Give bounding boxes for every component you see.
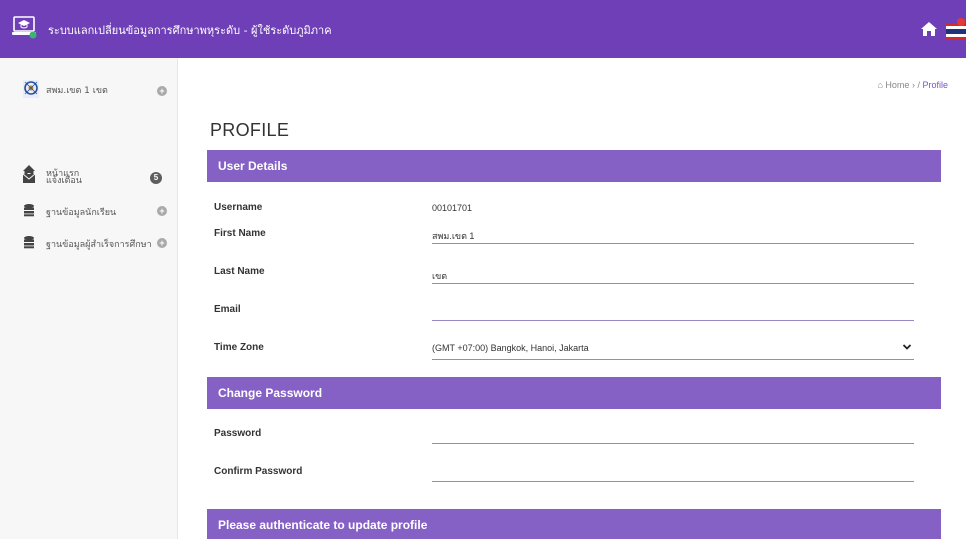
app-title: ระบบแลกเปลี่ยนข้อมูลการศึกษาพหุระดับ - ผ…	[48, 24, 332, 37]
home-icon	[921, 22, 937, 36]
email-input[interactable]	[432, 299, 914, 321]
timezone-label: Time Zone	[214, 342, 264, 353]
confirm-password-label: Confirm Password	[214, 466, 303, 477]
sidebar-user[interactable]: สพม.เขต 1 เขต +	[0, 58, 178, 112]
breadcrumb: ⌂ Home › / Profile	[877, 80, 948, 90]
breadcrumb-separator: /	[917, 80, 920, 90]
sidebar: สพม.เขต 1 เขต + หน้าแรก แจ้งเตือน 5 ฐานข…	[0, 58, 178, 539]
laptop-graduation-icon	[12, 16, 37, 39]
timezone-selected-value: (GMT +07:00) Bangkok, Hanoi, Jakarta	[432, 343, 589, 353]
username-label: Username	[214, 202, 263, 213]
avatar-icon	[23, 80, 39, 98]
section-heading: User Details	[218, 159, 288, 173]
header-home-button[interactable]	[918, 18, 940, 40]
expand-icon[interactable]: +	[157, 238, 167, 248]
first-name-label: First Name	[214, 228, 266, 239]
breadcrumb-chevron-icon: ›	[911, 80, 915, 90]
expand-icon[interactable]: +	[157, 86, 167, 96]
password-label: Password	[214, 428, 262, 439]
email-label: Email	[214, 304, 241, 315]
change-password-header: Change Password	[207, 377, 941, 409]
last-name-label: Last Name	[214, 266, 265, 277]
password-input[interactable]	[432, 422, 914, 444]
sidebar-item-notifications[interactable]: แจ้งเตือน 5	[0, 165, 178, 193]
database-icon	[24, 204, 34, 217]
section-heading: Change Password	[218, 386, 323, 400]
home-icon: ⌂	[877, 80, 883, 90]
user-details-header: User Details	[207, 150, 941, 182]
sidebar-item-label: แจ้งเตือน	[46, 176, 82, 186]
sidebar-user-name: สพม.เขต 1 เขต	[46, 86, 108, 96]
notification-count-badge: 5	[150, 172, 162, 184]
sidebar-item-label: ฐานข้อมูลนักเรียน	[46, 208, 117, 218]
sidebar-item-graduate-database[interactable]: ฐานข้อมูลผู้สำเร็จการศึกษา +	[0, 229, 178, 257]
first-name-input[interactable]	[432, 222, 914, 244]
database-icon	[24, 236, 34, 249]
expand-icon[interactable]: +	[157, 206, 167, 216]
envelope-icon	[22, 173, 36, 183]
thai-flag-icon[interactable]	[946, 17, 966, 43]
section-heading: Please authenticate to update profile	[218, 518, 428, 532]
breadcrumb-home-link[interactable]: ⌂ Home	[877, 80, 911, 90]
timezone-select[interactable]: (GMT +07:00) Bangkok, Hanoi, Jakarta	[432, 338, 914, 360]
username-value: 00101701	[432, 203, 473, 213]
breadcrumb-current: Profile	[922, 80, 948, 90]
top-header: ระบบแลกเปลี่ยนข้อมูลการศึกษาพหุระดับ - ผ…	[0, 0, 966, 58]
page-title: PROFILE	[210, 120, 290, 140]
authenticate-header: Please authenticate to update profile	[207, 509, 941, 539]
sidebar-item-label: ฐานข้อมูลผู้สำเร็จการศึกษา	[46, 240, 152, 250]
sidebar-item-student-database[interactable]: ฐานข้อมูลนักเรียน +	[0, 197, 178, 225]
confirm-password-input[interactable]	[432, 460, 914, 482]
chevron-down-icon	[902, 344, 912, 350]
last-name-input[interactable]	[432, 262, 914, 284]
